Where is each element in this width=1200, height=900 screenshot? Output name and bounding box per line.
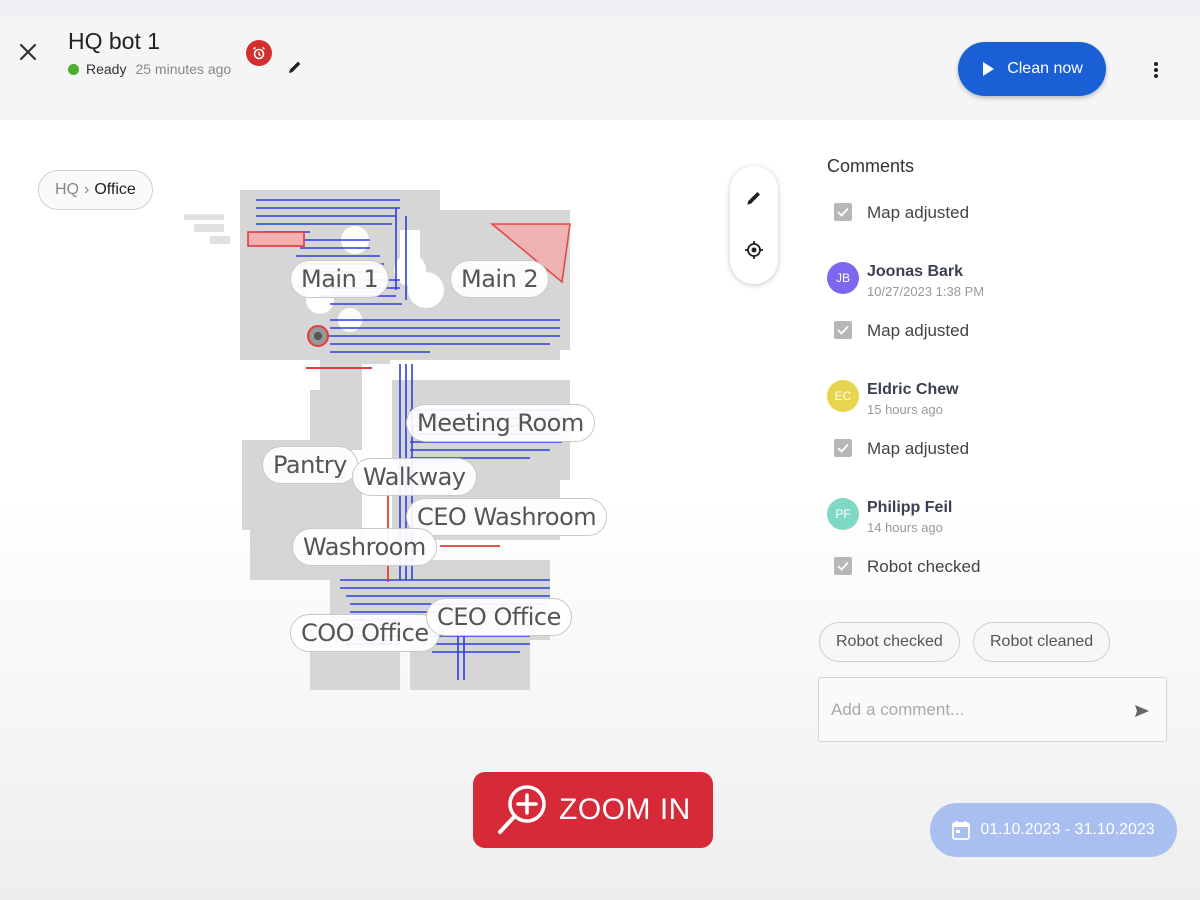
quick-chip-robot-checked[interactable]: Robot checked bbox=[819, 622, 960, 662]
clean-now-label: Clean now bbox=[1007, 60, 1083, 77]
play-icon bbox=[983, 62, 995, 76]
date-range-label: 01.10.2023 - 31.10.2023 bbox=[980, 821, 1155, 838]
comments-title: Comments bbox=[827, 156, 915, 176]
more-vertical-icon bbox=[1154, 62, 1158, 78]
map-tools bbox=[730, 166, 778, 284]
status-text: Ready bbox=[86, 61, 127, 77]
breadcrumb-current: Office bbox=[94, 181, 136, 198]
comment-time: 15 hours ago bbox=[867, 402, 943, 417]
comment-box bbox=[818, 677, 1167, 742]
locate-robot-button[interactable] bbox=[744, 240, 764, 260]
zoom-in-button[interactable]: ZOOM IN bbox=[473, 772, 713, 848]
comment-check-icon bbox=[834, 557, 852, 575]
edit-map-button[interactable] bbox=[744, 188, 764, 208]
comment-text: Map adjusted bbox=[867, 439, 970, 458]
calendar-icon bbox=[952, 821, 971, 840]
edit-name-button[interactable] bbox=[286, 58, 304, 76]
clean-now-button[interactable]: Clean now bbox=[958, 42, 1106, 96]
comment-time: 10/27/2023 1:38 PM bbox=[867, 284, 985, 299]
breadcrumb-separator: › bbox=[84, 181, 90, 198]
room-label-meeting-room[interactable]: Meeting Room bbox=[406, 404, 595, 442]
pencil-icon bbox=[747, 192, 760, 205]
avatar: JB bbox=[827, 262, 859, 294]
crosshair-icon bbox=[745, 241, 763, 259]
room-label-walkway[interactable]: Walkway bbox=[352, 458, 477, 496]
comment-check-icon bbox=[834, 203, 852, 221]
comment-check-icon bbox=[834, 439, 852, 457]
close-button[interactable] bbox=[16, 40, 40, 64]
pencil-icon bbox=[289, 61, 301, 73]
status-dot bbox=[68, 63, 79, 75]
comment-input[interactable] bbox=[831, 698, 1121, 722]
room-label-ceo-office[interactable]: CEO Office bbox=[426, 598, 572, 636]
send-icon bbox=[1135, 705, 1149, 717]
comment-text: Map adjusted bbox=[867, 321, 970, 340]
comment-author: Eldric Chew bbox=[867, 381, 959, 398]
floor-map[interactable]: Main 1 Main 2 Meeting Room Pantry Walkwa… bbox=[170, 180, 610, 700]
comment-author: Joonas Bark bbox=[867, 263, 964, 280]
comment-author: Philipp Feil bbox=[867, 499, 953, 516]
room-label-main-1[interactable]: Main 1 bbox=[290, 260, 390, 298]
comment-text: Map adjusted bbox=[867, 203, 970, 222]
date-range-button[interactable]: 01.10.2023 - 31.10.2023 bbox=[930, 803, 1177, 857]
zoom-in-label: ZOOM IN bbox=[559, 793, 691, 826]
robot-title: HQ bot 1 bbox=[68, 28, 161, 54]
room-label-coo-office[interactable]: COO Office bbox=[290, 614, 440, 652]
quick-chip-robot-cleaned[interactable]: Robot cleaned bbox=[973, 622, 1111, 662]
last-seen-text: 25 minutes ago bbox=[135, 61, 232, 77]
avatar: PF bbox=[827, 498, 859, 530]
breadcrumb: HQ › Office bbox=[38, 170, 153, 210]
room-label-main-2[interactable]: Main 2 bbox=[450, 260, 550, 298]
avatar: EC bbox=[827, 380, 859, 412]
room-label-pantry[interactable]: Pantry bbox=[262, 446, 358, 484]
send-comment-button[interactable] bbox=[1133, 702, 1151, 720]
close-icon bbox=[19, 43, 37, 61]
comment-time: 14 hours ago bbox=[867, 520, 943, 535]
room-label-ceo-washroom[interactable]: CEO Washroom bbox=[406, 498, 608, 536]
comment-text: Robot checked bbox=[867, 557, 981, 576]
zoom-in-icon bbox=[498, 785, 546, 834]
alarm-badge[interactable] bbox=[246, 40, 272, 66]
status-row: Ready 25 minutes ago bbox=[68, 61, 231, 77]
room-label-washroom[interactable]: Washroom bbox=[292, 528, 437, 566]
more-options-button[interactable] bbox=[1146, 58, 1166, 82]
comment-check-icon bbox=[834, 321, 852, 339]
breadcrumb-parent[interactable]: HQ bbox=[55, 181, 79, 199]
alarm-icon bbox=[253, 46, 265, 60]
